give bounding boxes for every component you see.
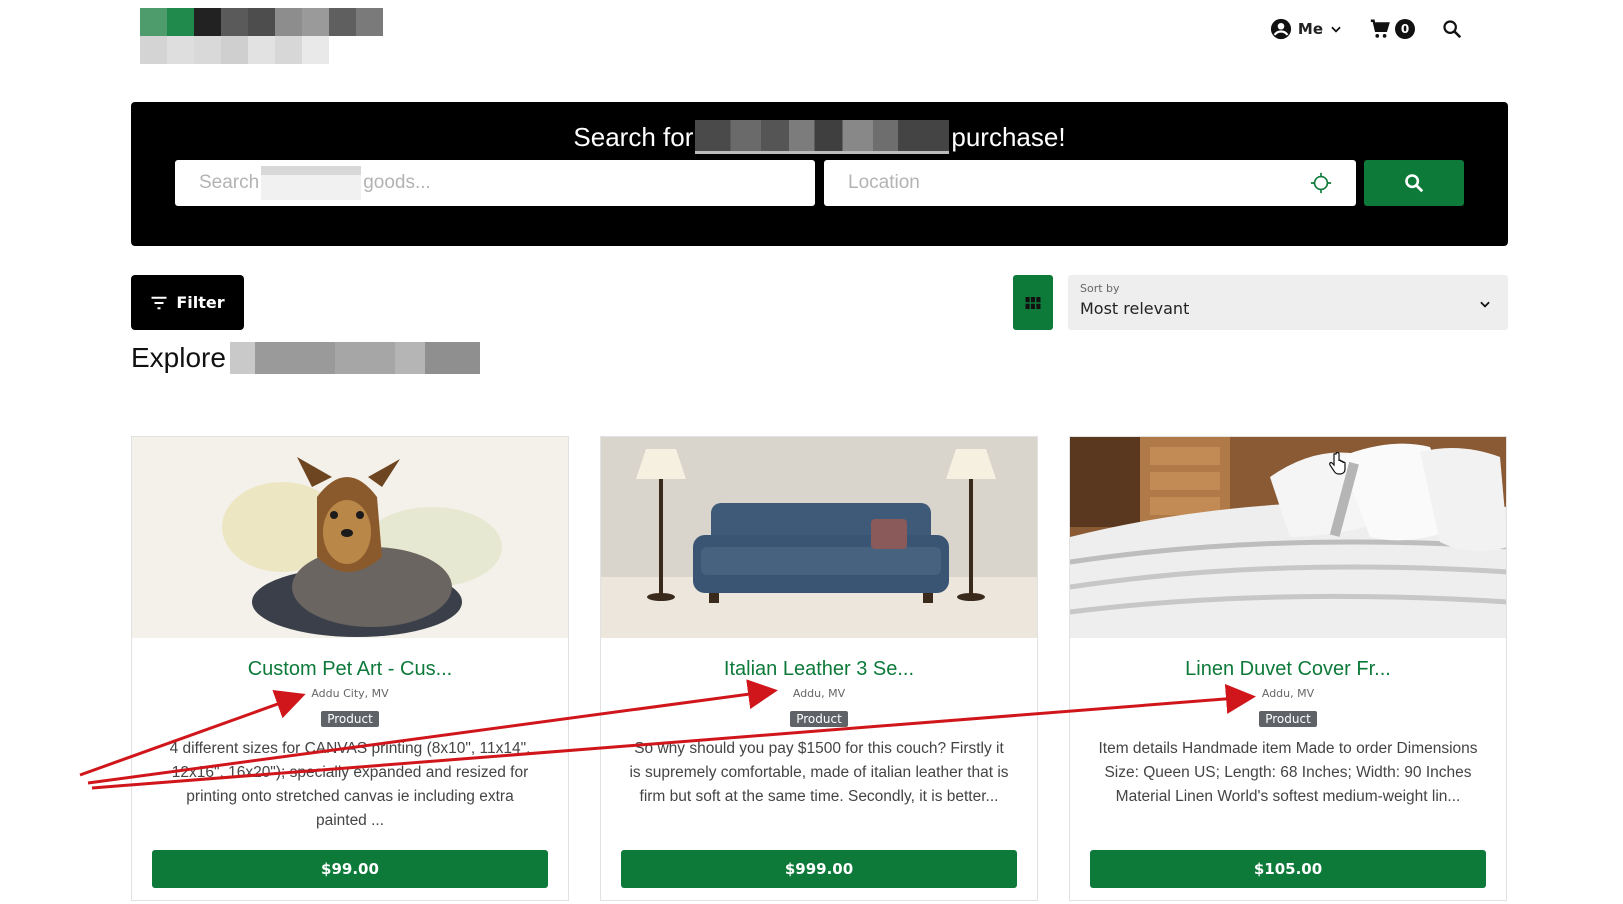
account-menu-label: Me [1297, 20, 1323, 38]
sort-selected-value: Most relevant [1080, 299, 1190, 318]
search-icon [1405, 174, 1424, 193]
filter-button[interactable]: Filter [131, 275, 244, 330]
grid-view-toggle[interactable] [1013, 275, 1053, 330]
chevron-down-icon [1331, 26, 1341, 33]
grid-view-icon [1025, 296, 1041, 309]
listing-location: Addu City, MV [311, 687, 389, 700]
listing-price-button[interactable]: $99.00 [152, 850, 548, 888]
listing-title[interactable]: Custom Pet Art - Cus... [132, 658, 568, 681]
filter-button-label: Filter [176, 293, 225, 312]
sort-caption: Sort by [1080, 282, 1120, 295]
listing-type-badge: Product [790, 711, 848, 727]
listing-location: Addu, MV [792, 687, 846, 700]
account-circle-icon [1270, 18, 1291, 40]
search-icon [1443, 20, 1462, 39]
listing-location: Addu, MV [1261, 687, 1315, 700]
location-placeholder: Location [848, 172, 920, 193]
search-placeholder-suffix: goods... [363, 172, 431, 193]
mouse-cursor-hand-icon [1329, 452, 1346, 475]
section-heading: Explore [131, 342, 480, 374]
chevron-down-icon [1480, 301, 1490, 308]
hero-title-suffix: purchase! [951, 121, 1066, 152]
filter-lines-icon [151, 296, 167, 309]
account-menu[interactable]: Me [1270, 18, 1343, 40]
search-submit-button[interactable] [1364, 160, 1464, 206]
search-input[interactable]: Search goods... [175, 160, 815, 206]
listing-price-button[interactable]: $999.00 [621, 850, 1017, 888]
cart-count-badge: 0 [1395, 19, 1415, 39]
redacted-brand-name [695, 120, 950, 154]
listing-image-pet-art[interactable] [132, 437, 568, 638]
section-title: Explore [131, 342, 226, 373]
redacted-section-word [229, 342, 480, 374]
listing-description: Item details Handmade item Made to order… [1098, 740, 1478, 805]
listing-card[interactable]: Custom Pet Art - Cus... Addu City, MV Pr… [131, 436, 569, 901]
top-navigation: Me 0 [1270, 18, 1463, 40]
listing-description: 4 different sizes for CANVAS printing (8… [169, 740, 531, 829]
listing-title[interactable]: Linen Duvet Cover Fr... [1070, 658, 1506, 681]
listing-description: So why should you pay $1500 for this cou… [629, 740, 1009, 805]
listing-card[interactable]: Italian Leather 3 Se... Addu, MV Product… [600, 436, 1038, 901]
hero-title: Search for purchase! [131, 120, 1508, 154]
listing-card[interactable]: Linen Duvet Cover Fr... Addu, MV Product… [1069, 436, 1507, 901]
redacted-placeholder-word [261, 166, 362, 200]
listing-title[interactable]: Italian Leather 3 Se... [601, 658, 1037, 681]
search-hero: Search for purchase! Search goods... Loc… [131, 102, 1508, 246]
search-placeholder-prefix: Search [199, 172, 260, 193]
site-logo[interactable] [140, 8, 396, 64]
header-search-button[interactable] [1441, 18, 1463, 40]
listing-image-sofa[interactable] [601, 437, 1037, 638]
shopping-cart-icon [1370, 19, 1390, 38]
hero-title-prefix: Search for [573, 121, 694, 152]
location-input[interactable]: Location [824, 160, 1356, 206]
listing-type-badge: Product [1259, 711, 1317, 727]
listing-price-button[interactable]: $105.00 [1090, 850, 1486, 888]
locate-me-icon[interactable] [1310, 172, 1332, 194]
cart-button[interactable]: 0 [1369, 18, 1415, 40]
listing-type-badge: Product [321, 711, 379, 727]
sort-select[interactable]: Sort by Most relevant [1068, 275, 1508, 330]
listing-image-duvet[interactable] [1070, 437, 1506, 638]
